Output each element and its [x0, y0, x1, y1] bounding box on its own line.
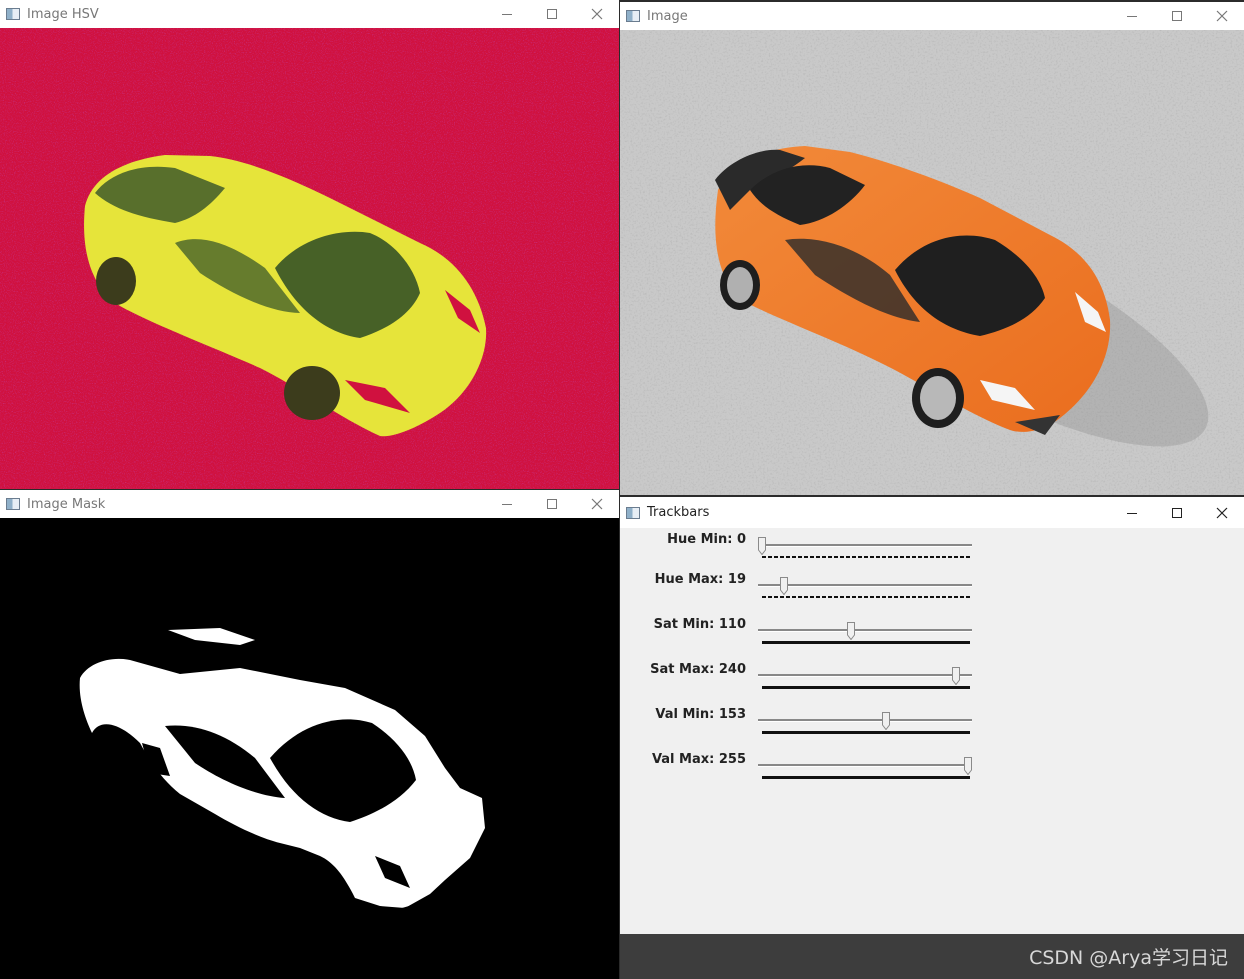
- trackbar-underline: [762, 641, 970, 644]
- watermark-text: CSDN @Arya学习日记: [1029, 947, 1228, 969]
- maximize-icon: [1171, 11, 1182, 21]
- maximize-button[interactable]: [1154, 2, 1199, 30]
- maximize-icon: [1171, 507, 1182, 518]
- close-button[interactable]: [1199, 2, 1244, 30]
- minimize-icon: [501, 504, 512, 505]
- camera-image: [620, 30, 1244, 495]
- trackbar-label: Sat Max: 240: [650, 662, 746, 677]
- trackbar-underline: [762, 556, 970, 558]
- hsv-image: [0, 28, 619, 489]
- trackbar-row: Hue Max: 19: [620, 572, 1240, 616]
- trackbar-label: Hue Min: 0: [667, 532, 746, 547]
- hsv-image-view: [0, 28, 619, 489]
- close-icon: [1216, 507, 1227, 518]
- window-image: Image: [620, 2, 1244, 495]
- trackbar-thumb[interactable]: [846, 622, 855, 640]
- window-title: Image Mask: [27, 496, 106, 512]
- trackbar-row: Sat Min: 110: [620, 617, 1240, 661]
- close-button[interactable]: [1199, 497, 1244, 528]
- trackbar-label: Sat Min: 110: [653, 617, 746, 632]
- window-trackbars: Trackbars Hue Min: 0 Hue Max: 19 Sat Min: …: [620, 497, 1244, 979]
- trackbar-row: Val Min: 153: [620, 707, 1240, 751]
- title-bar[interactable]: Image Mask: [0, 490, 619, 518]
- trackbar-slider[interactable]: [758, 764, 972, 767]
- minimize-button[interactable]: [484, 490, 529, 518]
- maximize-icon: [546, 9, 557, 19]
- trackbar-underline: [762, 776, 970, 779]
- trackbar-row: Sat Max: 240: [620, 662, 1240, 706]
- trackbar-label: Hue Max: 19: [654, 572, 746, 587]
- window-app-icon: [6, 498, 20, 510]
- trackbar-panel: Hue Min: 0 Hue Max: 19 Sat Min: 110 Sat Max…: [620, 528, 1244, 934]
- trackbar-underline: [762, 686, 970, 689]
- title-bar[interactable]: Image HSV: [0, 0, 619, 28]
- close-button[interactable]: [574, 0, 619, 28]
- minimize-icon: [1126, 16, 1137, 17]
- trackbar-thumb[interactable]: [951, 667, 960, 685]
- minimize-icon: [1126, 512, 1137, 514]
- trackbar-underline: [762, 731, 970, 734]
- maximize-icon: [546, 499, 557, 509]
- status-bar: CSDN @Arya学习日记: [620, 934, 1244, 979]
- window-app-icon: [626, 10, 640, 22]
- minimize-button[interactable]: [484, 0, 529, 28]
- window-image-hsv: Image HSV: [0, 0, 619, 489]
- window-image-mask: Image Mask: [0, 490, 619, 979]
- mask-image-view: [0, 518, 619, 979]
- trackbar-row: Val Max: 255: [620, 752, 1240, 796]
- maximize-button[interactable]: [529, 0, 574, 28]
- minimize-button[interactable]: [1109, 497, 1154, 528]
- trackbar-slider[interactable]: [758, 629, 972, 632]
- window-title: Trackbars: [647, 505, 710, 520]
- close-button[interactable]: [574, 490, 619, 518]
- camera-image-view: [620, 30, 1244, 495]
- trackbar-slider[interactable]: [758, 674, 972, 677]
- trackbar-label: Val Max: 255: [651, 752, 746, 767]
- close-icon: [591, 8, 602, 20]
- window-app-icon: [6, 8, 20, 20]
- trackbar-underline: [762, 596, 970, 598]
- window-title: Image HSV: [27, 6, 99, 22]
- close-icon: [591, 498, 602, 510]
- trackbar-row: Hue Min: 0: [620, 532, 1240, 576]
- maximize-button[interactable]: [529, 490, 574, 518]
- minimize-icon: [501, 14, 512, 15]
- trackbar-label: Val Min: 153: [655, 707, 746, 722]
- title-bar[interactable]: Trackbars: [620, 497, 1244, 528]
- maximize-button[interactable]: [1154, 497, 1199, 528]
- trackbar-slider[interactable]: [758, 719, 972, 722]
- trackbar-slider[interactable]: [758, 584, 972, 587]
- trackbar-slider[interactable]: [758, 544, 972, 547]
- close-icon: [1216, 10, 1227, 22]
- trackbar-thumb[interactable]: [779, 577, 788, 595]
- trackbar-thumb[interactable]: [964, 757, 972, 775]
- trackbar-thumb[interactable]: [881, 712, 890, 730]
- window-app-icon: [626, 506, 640, 519]
- title-bar[interactable]: Image: [620, 2, 1244, 30]
- mask-image: [0, 518, 619, 979]
- trackbar-thumb[interactable]: [758, 537, 766, 555]
- minimize-button[interactable]: [1109, 2, 1154, 30]
- window-title: Image: [647, 8, 688, 24]
